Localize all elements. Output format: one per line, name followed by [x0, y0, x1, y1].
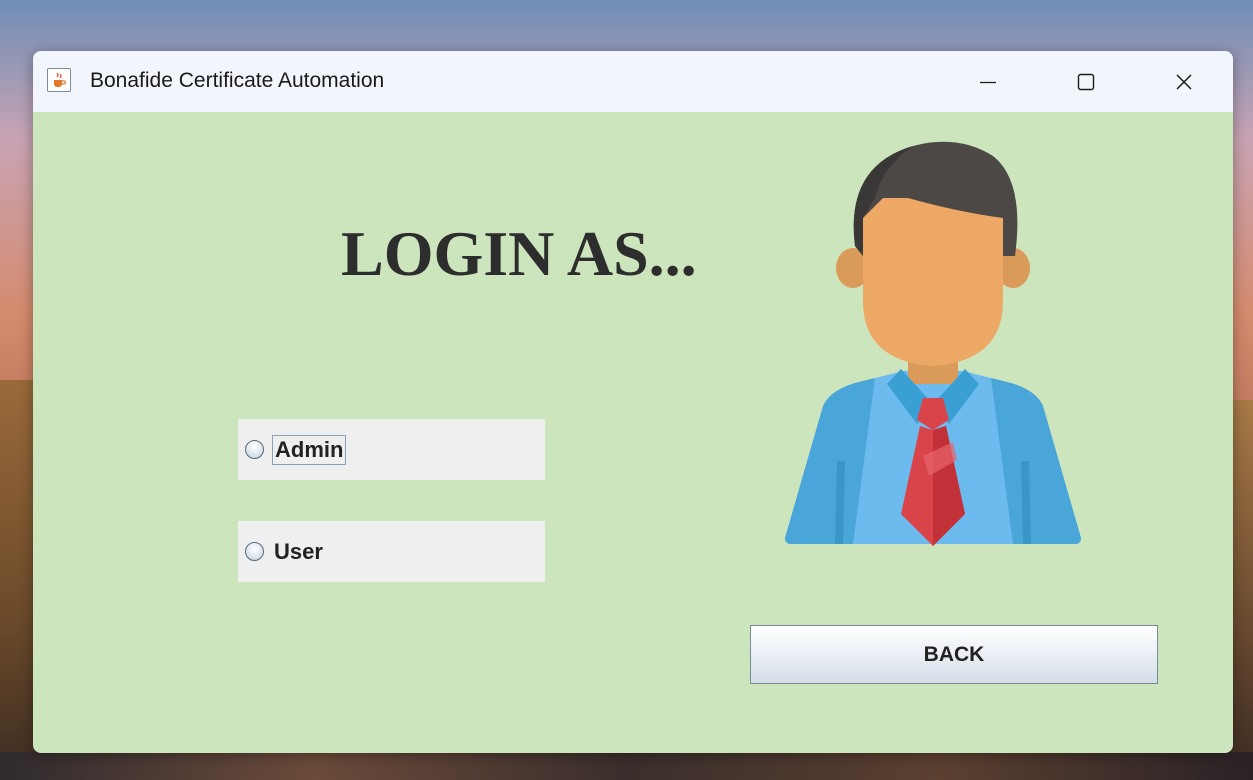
close-button[interactable]	[1161, 59, 1207, 105]
maximize-button[interactable]	[1063, 59, 1109, 105]
title-bar[interactable]: Bonafide Certificate Automation	[33, 51, 1233, 112]
minimize-button[interactable]	[965, 59, 1011, 105]
close-icon	[1176, 74, 1192, 90]
user-radio-label[interactable]: User	[272, 538, 325, 566]
desktop-background-bottom	[0, 752, 1253, 780]
java-cup-icon[interactable]	[47, 68, 71, 92]
admin-radio-label[interactable]: Admin	[272, 434, 347, 465]
back-button[interactable]: BACK	[750, 625, 1158, 684]
window-title: Bonafide Certificate Automation	[90, 69, 385, 92]
back-button-label: BACK	[923, 642, 985, 666]
page-heading: LOGIN AS...	[341, 218, 697, 289]
admin-radio-option[interactable]: Admin	[238, 419, 545, 480]
content-panel: LOGIN AS... Admin User BACK	[33, 112, 1233, 753]
user-radio-option[interactable]: User	[238, 521, 545, 582]
minimize-icon	[980, 81, 996, 84]
admin-radio-button[interactable]	[245, 440, 264, 459]
user-radio-button[interactable]	[245, 542, 264, 561]
user-avatar-icon	[785, 141, 1081, 546]
app-window: Bonafide Certificate Automation LOGIN AS…	[33, 51, 1233, 753]
maximize-icon	[1077, 73, 1095, 91]
